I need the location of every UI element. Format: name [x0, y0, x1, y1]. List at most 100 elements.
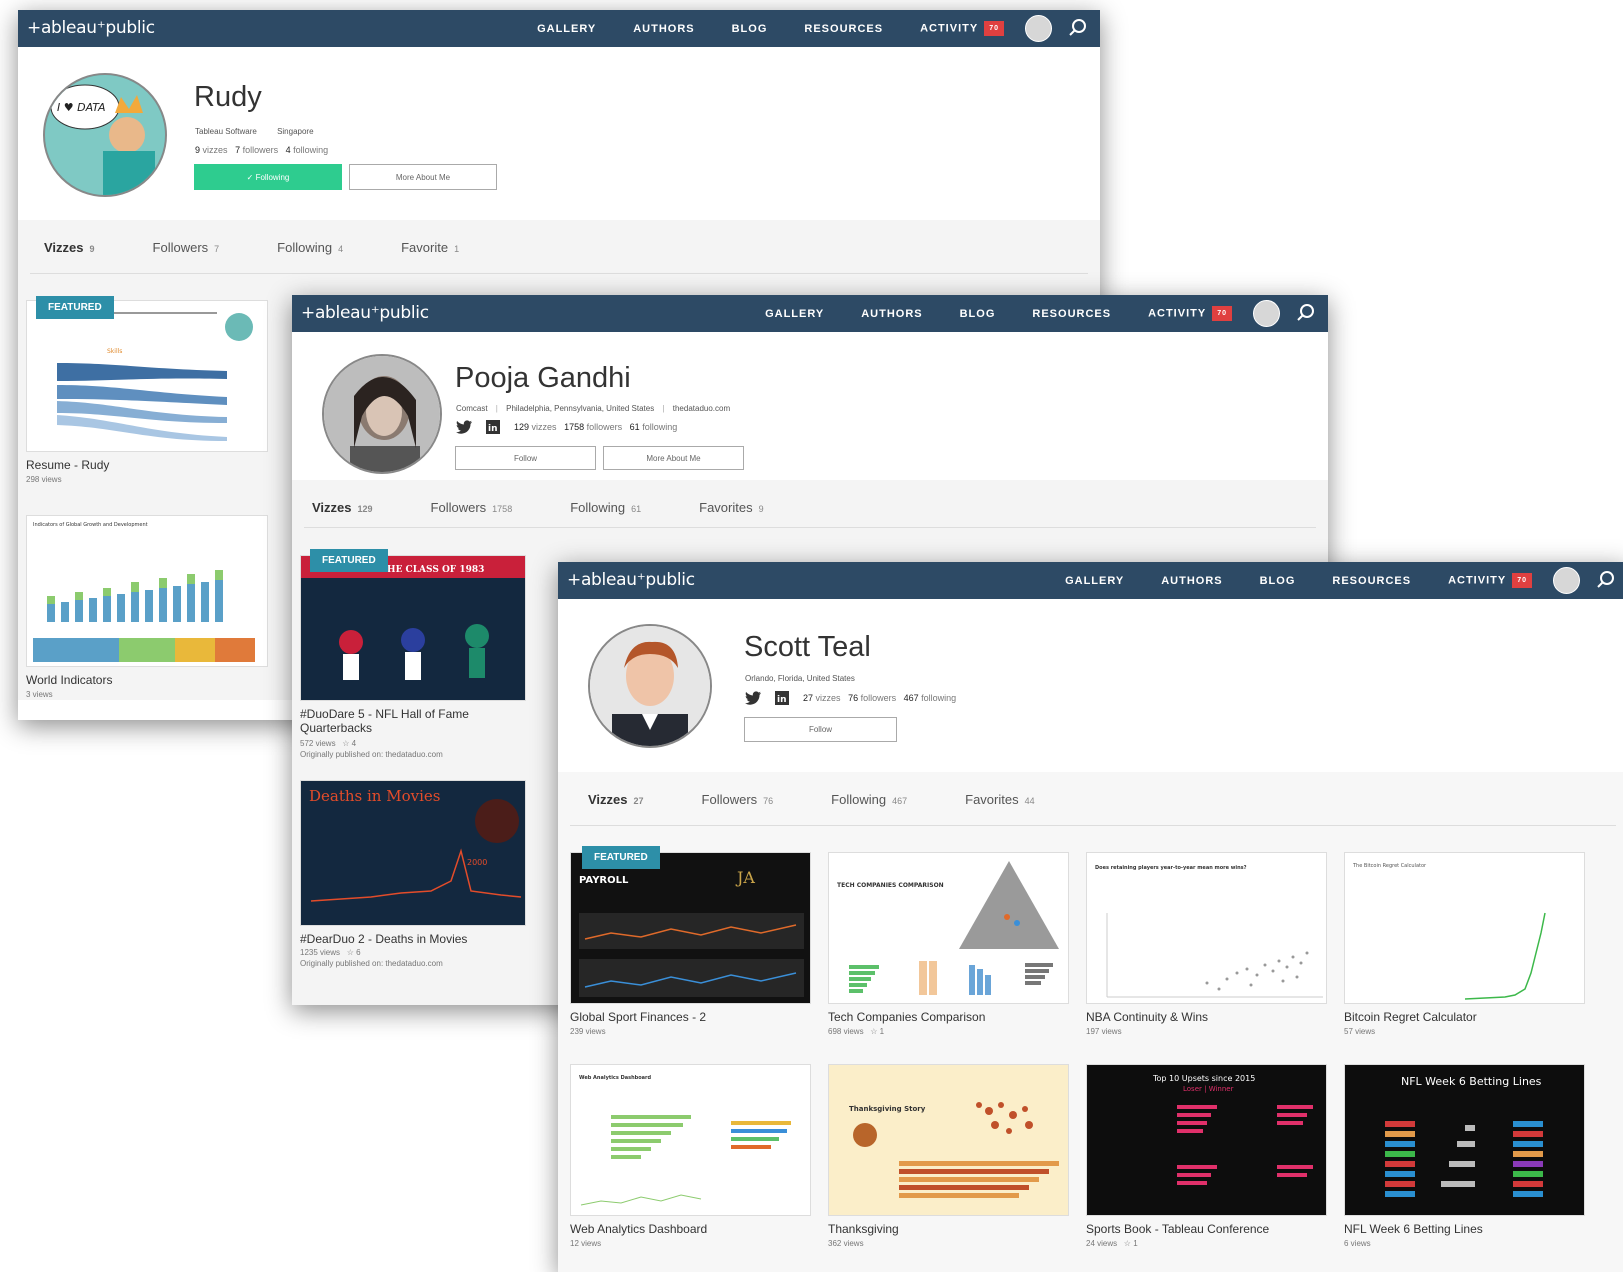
- tab-vizzes[interactable]: Vizzes 27: [588, 792, 644, 807]
- viz-thumbnail[interactable]: TECH COMPANIES COMPARISON: [828, 852, 1069, 1004]
- profile-stats: 9 vizzes 7 followers 4 following: [195, 145, 328, 155]
- tab-followers[interactable]: Followers 76: [702, 792, 774, 807]
- viz-thumbnail[interactable]: Skills: [26, 300, 268, 452]
- tab-following[interactable]: Following 61: [570, 500, 641, 515]
- tab-following-count: 61: [631, 504, 642, 514]
- nav-activity-label: ACTIVITY: [1448, 574, 1507, 587]
- linkedin-icon[interactable]: in: [775, 691, 789, 705]
- tab-favorite[interactable]: Favorite 1: [401, 240, 459, 255]
- tab-followers-label: Followers: [430, 500, 487, 515]
- viz-title[interactable]: #DuoDare 5 - NFL Hall of Fame: [300, 707, 469, 721]
- viz-title[interactable]: Global Sport Finances - 2: [570, 1010, 706, 1024]
- search-icon[interactable]: [1068, 18, 1088, 38]
- nav-resources[interactable]: RESOURCES: [804, 23, 883, 35]
- tab-followers-label: Followers: [701, 792, 758, 807]
- viz-thumbnail[interactable]: OF THE CLASS OF 1983: [300, 555, 526, 701]
- nav-resources[interactable]: RESOURCES: [1032, 308, 1111, 320]
- profile-location: Philadelphia, Pennsylvania, United State…: [506, 404, 655, 413]
- nav-resources[interactable]: RESOURCES: [1332, 575, 1411, 587]
- following-count: 4: [285, 145, 291, 155]
- viz-thumbnail[interactable]: PAYROLL JA: [570, 852, 811, 1004]
- nav-blog[interactable]: BLOG: [960, 308, 996, 320]
- nav-activity[interactable]: ACTIVITY 70: [1148, 306, 1232, 321]
- viz-title[interactable]: NBA Continuity & Wins: [1086, 1010, 1208, 1024]
- profile-meta: Tableau Software Singapore: [195, 127, 314, 136]
- viz-views: 572 views ☆ 4: [300, 739, 356, 748]
- tab-following-count: 467: [892, 796, 908, 806]
- viz-thumbnail[interactable]: Does retaining players year-to-year mean…: [1086, 852, 1327, 1004]
- profile-header: I ♥ DATA Rudy Tableau Software Singapore…: [18, 47, 1100, 220]
- viz-thumbnail[interactable]: Top 10 Upsets since 2015 Loser | Winner: [1086, 1064, 1327, 1216]
- viz-title[interactable]: #DearDuo 2 - Deaths in Movies: [300, 932, 467, 946]
- nav-links: GALLERY AUTHORS BLOG RESOURCES ACTIVITY 7…: [537, 10, 1004, 47]
- viz-thumbnail[interactable]: Indicators of Global Growth and Developm…: [26, 515, 268, 667]
- user-avatar[interactable]: [1025, 15, 1052, 42]
- nav-gallery[interactable]: GALLERY: [765, 308, 824, 320]
- viz-title[interactable]: Resume - Rudy: [26, 458, 109, 472]
- search-icon[interactable]: [1596, 570, 1616, 590]
- more-about-me-button[interactable]: More About Me: [603, 446, 744, 470]
- viz-views: 239 views: [570, 1027, 606, 1036]
- nav-authors[interactable]: AUTHORS: [861, 308, 922, 320]
- tab-followers[interactable]: Followers 7: [153, 240, 220, 255]
- nav-activity[interactable]: ACTIVITY 70: [920, 21, 1004, 36]
- tableau-public-logo[interactable]: +ableau⁺public: [567, 570, 695, 590]
- thumb-nba-text: Does retaining players year-to-year mean…: [1095, 865, 1247, 871]
- following-button[interactable]: ✓ Following: [194, 164, 342, 190]
- tab-vizzes[interactable]: Vizzes 9: [44, 240, 95, 255]
- tab-favorites[interactable]: Favorites 9: [699, 500, 763, 515]
- profile-name: Rudy: [194, 81, 262, 113]
- nav-blog[interactable]: BLOG: [1260, 575, 1296, 587]
- viz-stars: 1: [879, 1027, 885, 1036]
- viz-title[interactable]: NFL Week 6 Betting Lines: [1344, 1222, 1483, 1236]
- vizzes-count: 27: [803, 693, 814, 703]
- following-count: 61: [629, 422, 640, 432]
- viz-thumbnail[interactable]: NFL Week 6 Betting Lines: [1344, 1064, 1585, 1216]
- user-avatar[interactable]: [1553, 567, 1580, 594]
- tab-following[interactable]: Following 4: [277, 240, 343, 255]
- nav-authors[interactable]: AUTHORS: [1161, 575, 1222, 587]
- vizzes-count: 9: [195, 145, 201, 155]
- tableau-public-logo[interactable]: +ableau⁺public: [301, 303, 429, 323]
- tab-favorites[interactable]: Favorites 44: [965, 792, 1034, 807]
- tab-favorites-label: Favorites: [965, 792, 1019, 807]
- viz-thumbnail[interactable]: Web Analytics Dashboard: [570, 1064, 811, 1216]
- tab-followers[interactable]: Followers 1758: [431, 500, 513, 515]
- nav-gallery[interactable]: GALLERY: [1065, 575, 1124, 587]
- nav-links: GALLERY AUTHORS BLOG RESOURCES ACTIVITY 7…: [1065, 562, 1532, 599]
- profile-website[interactable]: thedataduo.com: [673, 404, 730, 413]
- follow-button[interactable]: Follow: [455, 446, 596, 470]
- profile-window-scott: +ableau⁺public GALLERY AUTHORS BLOG RESO…: [558, 562, 1623, 1272]
- followers-count: 1758: [564, 422, 585, 432]
- nav-authors[interactable]: AUTHORS: [633, 23, 694, 35]
- viz-title[interactable]: World Indicators: [26, 673, 112, 687]
- nav-gallery[interactable]: GALLERY: [537, 23, 596, 35]
- viz-title[interactable]: Web Analytics Dashboard: [570, 1222, 707, 1236]
- linkedin-icon[interactable]: in: [486, 420, 500, 434]
- tab-vizzes[interactable]: Vizzes 129: [312, 500, 373, 515]
- user-avatar[interactable]: [1253, 300, 1280, 327]
- twitter-icon[interactable]: [745, 691, 761, 705]
- viz-thumbnail[interactable]: Thanksgiving Story: [828, 1064, 1069, 1216]
- nav-blog[interactable]: BLOG: [732, 23, 768, 35]
- search-icon[interactable]: [1296, 303, 1316, 323]
- viz-thumbnail[interactable]: Deaths in Movies 2000: [300, 780, 526, 926]
- viz-title[interactable]: Bitcoin Regret Calculator: [1344, 1010, 1477, 1024]
- viz-title[interactable]: Sports Book - Tableau Conference: [1086, 1222, 1269, 1236]
- viz-views: 12 views: [570, 1239, 602, 1248]
- profile-content: Vizzes 27 Followers 76 Following 467 Favori…: [558, 772, 1623, 1272]
- viz-title[interactable]: Thanksgiving: [828, 1222, 899, 1236]
- tab-following[interactable]: Following 467: [831, 792, 907, 807]
- thumb-bitcoin-text: The Bitcoin Regret Calculator: [1352, 863, 1427, 869]
- viz-stars: 6: [356, 948, 361, 957]
- viz-thumbnail[interactable]: The Bitcoin Regret Calculator: [1344, 852, 1585, 1004]
- nav-activity[interactable]: ACTIVITY 70: [1448, 573, 1532, 588]
- more-about-me-button[interactable]: More About Me: [349, 164, 497, 190]
- viz-views: 197 views: [1086, 1027, 1122, 1036]
- tab-followers-count: 7: [214, 244, 220, 254]
- twitter-icon[interactable]: [456, 420, 472, 434]
- follow-button[interactable]: Follow: [744, 717, 897, 742]
- viz-title-continued[interactable]: Quarterbacks: [300, 721, 372, 735]
- tableau-public-logo[interactable]: +ableau⁺public: [27, 18, 155, 38]
- viz-title[interactable]: Tech Companies Comparison: [828, 1010, 985, 1024]
